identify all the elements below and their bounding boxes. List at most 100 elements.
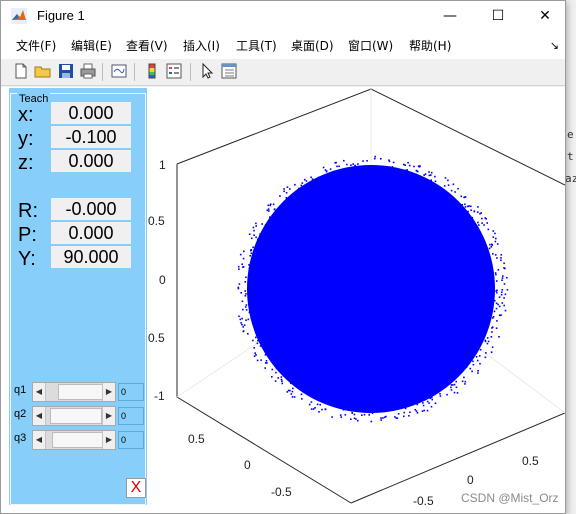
menu-insert[interactable]: 插入(I) [183, 37, 220, 54]
point [346, 176, 348, 178]
point [376, 261, 379, 264]
point [282, 307, 284, 310]
point [323, 286, 326, 288]
print-icon[interactable] [79, 62, 97, 80]
point [390, 290, 392, 292]
point [387, 298, 390, 301]
menu-file[interactable]: 文件(F) [16, 37, 56, 54]
point [434, 387, 437, 390]
point [441, 249, 443, 252]
point [324, 192, 326, 195]
legend-icon[interactable] [165, 62, 183, 80]
q3-slider-thumb[interactable] [52, 432, 104, 448]
point [273, 332, 275, 335]
save-icon[interactable] [57, 62, 75, 80]
point [438, 237, 440, 239]
point [370, 249, 373, 252]
point [363, 338, 366, 341]
point [317, 176, 320, 179]
menu-edit[interactable]: 编辑(E) [71, 37, 112, 54]
point [287, 201, 289, 203]
point [287, 367, 290, 370]
q2-slider-left-arrow[interactable]: ◀ [33, 407, 46, 425]
open-icon[interactable] [34, 62, 52, 80]
point [341, 192, 344, 194]
point [421, 360, 424, 362]
point [412, 223, 414, 225]
q1-slider-right-arrow[interactable]: ▶ [102, 383, 115, 401]
point [457, 299, 459, 301]
point [400, 343, 402, 345]
colorbar-icon[interactable] [143, 62, 161, 80]
q1-value-field[interactable]: 0 [118, 383, 144, 401]
menu-window[interactable]: 窗口(W) [348, 37, 393, 54]
point [399, 364, 402, 366]
point [289, 266, 292, 268]
point [387, 367, 390, 370]
point [462, 323, 464, 325]
q2-slider-right-arrow[interactable]: ▶ [102, 407, 115, 425]
point [463, 239, 466, 242]
q1-slider-left-arrow[interactable]: ◀ [33, 383, 46, 401]
point [419, 165, 421, 167]
point [496, 257, 498, 259]
point [495, 273, 497, 276]
maximize-button[interactable]: ☐ [475, 1, 521, 31]
q3-slider-right-arrow[interactable]: ▶ [102, 431, 115, 449]
pointer-icon[interactable] [198, 62, 216, 80]
point [239, 253, 242, 256]
q2-slider[interactable]: ◀ ▶ [32, 406, 116, 426]
q3-slider-left-arrow[interactable]: ◀ [33, 431, 46, 449]
menu-overflow-arrow[interactable]: ↘ [550, 39, 559, 52]
q3-value-field[interactable]: 0 [118, 431, 144, 449]
minimize-button[interactable]: — [427, 1, 473, 31]
menu-tools[interactable]: 工具(T) [236, 37, 277, 54]
point [242, 308, 244, 311]
yaw-value-field[interactable]: 90.000 [51, 246, 131, 268]
point [317, 382, 319, 385]
point [437, 377, 439, 380]
x-tick-label: 0.5 [188, 432, 205, 446]
point [285, 192, 288, 194]
point [446, 276, 449, 279]
menu-desktop[interactable]: 桌面(D) [291, 37, 334, 54]
point [384, 332, 386, 334]
point [309, 191, 312, 193]
point [432, 320, 435, 323]
point [339, 219, 342, 221]
close-button[interactable]: ✕ [522, 1, 568, 31]
point [354, 304, 356, 306]
x-value-field[interactable]: 0.000 [51, 102, 131, 124]
point [337, 339, 340, 342]
roll-value-field[interactable]: -0.000 [51, 198, 131, 220]
q3-slider[interactable]: ◀ ▶ [32, 430, 116, 450]
point [355, 290, 357, 292]
z-value-field[interactable]: 0.000 [51, 150, 131, 172]
point [442, 274, 445, 276]
pitch-value-field[interactable]: 0.000 [51, 222, 131, 244]
point [404, 379, 406, 382]
point [391, 236, 393, 238]
link-plot-icon[interactable] [110, 62, 128, 80]
q1-slider[interactable]: ◀ ▶ [32, 382, 116, 402]
teach-close-button[interactable]: X [126, 478, 146, 498]
point [398, 339, 401, 341]
menu-help[interactable]: 帮助(H) [409, 37, 451, 54]
point [314, 212, 316, 214]
point [375, 168, 378, 170]
point [387, 389, 389, 391]
point [408, 218, 411, 221]
property-editor-icon[interactable] [220, 62, 238, 80]
menu-view[interactable]: 查看(V) [126, 37, 168, 54]
q2-slider-thumb[interactable] [50, 408, 102, 424]
point [411, 219, 414, 221]
q2-value-field[interactable]: 0 [118, 407, 144, 425]
point [308, 226, 311, 229]
point [273, 242, 276, 245]
point [390, 268, 393, 271]
y-value-field[interactable]: -0.100 [51, 126, 131, 148]
point [377, 385, 379, 387]
point [325, 397, 327, 399]
new-figure-icon[interactable] [12, 62, 30, 80]
point [252, 339, 254, 342]
